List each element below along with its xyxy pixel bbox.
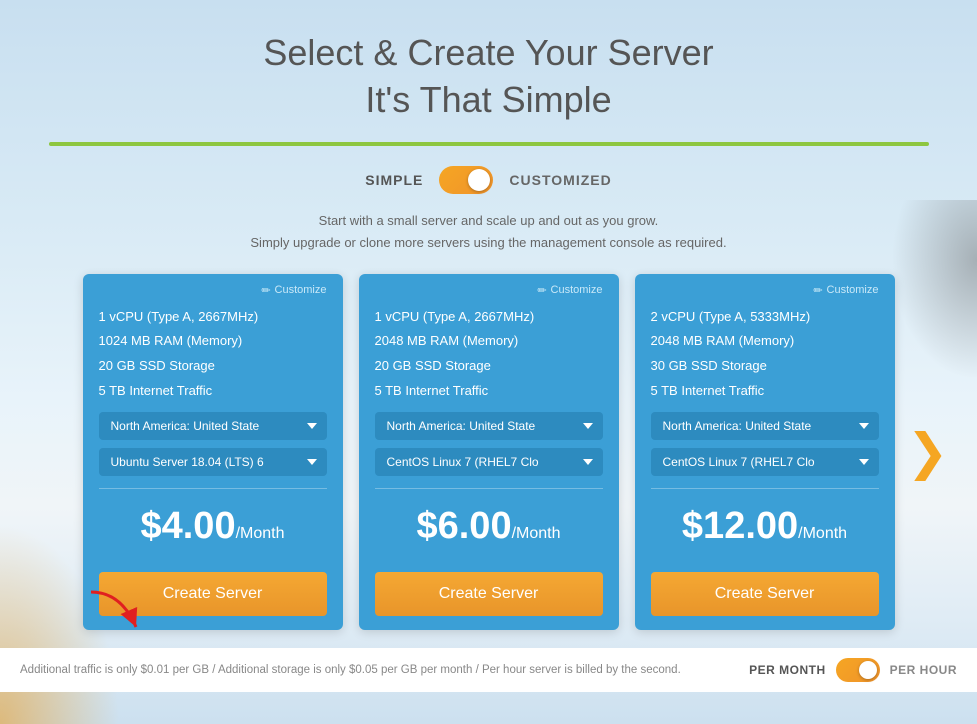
- dropdown-arrow-icon-2: [583, 423, 593, 429]
- view-toggle-row: SIMPLE CUSTOMIZED: [365, 166, 611, 194]
- spec-traffic-2: 5 TB Internet Traffic: [375, 379, 603, 404]
- description-block: Start with a small server and scale up a…: [250, 210, 726, 254]
- dropdown-arrow-icon-3b: [859, 459, 869, 465]
- view-toggle-switch[interactable]: [439, 166, 493, 194]
- pencil-icon-2: ✏: [537, 284, 546, 297]
- pencil-icon-1: ✏: [261, 284, 270, 297]
- footer-bar: Additional traffic is only $0.01 per GB …: [0, 648, 977, 692]
- pencil-icon-3: ✏: [813, 284, 822, 297]
- billing-toggle-switch[interactable]: [836, 658, 880, 682]
- spec-storage-1: 20 GB SSD Storage: [99, 354, 327, 379]
- create-server-button-2[interactable]: Create Server: [375, 572, 603, 616]
- pricing-cards-row: ✏ Customize 1 vCPU (Type A, 2667MHz) 102…: [33, 274, 945, 630]
- billing-toggle-knob: [859, 661, 877, 679]
- description-line1: Start with a small server and scale up a…: [250, 210, 726, 232]
- create-server-button-3[interactable]: Create Server: [651, 572, 879, 616]
- page-title-line2: It's That Simple: [263, 77, 713, 124]
- green-divider-bar: [49, 142, 929, 146]
- price-period-2: /Month: [512, 525, 561, 542]
- per-month-label: PER MONTH: [749, 663, 826, 677]
- simple-label: SIMPLE: [365, 172, 423, 188]
- price-value-2: $6.00: [416, 505, 511, 547]
- dropdown-arrow-icon-1b: [307, 459, 317, 465]
- os-dropdown-1[interactable]: Ubuntu Server 18.04 (LTS) 6: [99, 448, 327, 476]
- customize-link-1[interactable]: ✏ Customize: [99, 284, 327, 297]
- customize-link-3[interactable]: ✏ Customize: [651, 284, 879, 297]
- dropdown-arrow-icon-3: [859, 423, 869, 429]
- customize-link-2[interactable]: ✏ Customize: [375, 284, 603, 297]
- customized-label: CUSTOMIZED: [509, 172, 611, 188]
- price-section-1: $4.00/Month: [99, 501, 327, 558]
- pricing-card-2: ✏ Customize 1 vCPU (Type A, 2667MHz) 204…: [359, 274, 619, 630]
- price-value-1: $4.00: [140, 505, 235, 547]
- pricing-card-3: ✏ Customize 2 vCPU (Type A, 5333MHz) 204…: [635, 274, 895, 630]
- pricing-card-1: ✏ Customize 1 vCPU (Type A, 2667MHz) 102…: [83, 274, 343, 630]
- card-divider-3: [651, 488, 879, 489]
- spec-vcpu-2: 1 vCPU (Type A, 2667MHz): [375, 305, 603, 330]
- location-dropdown-1[interactable]: North America: United State: [99, 412, 327, 440]
- next-plans-chevron[interactable]: ❯: [907, 427, 949, 477]
- price-section-2: $6.00/Month: [375, 501, 603, 558]
- price-section-3: $12.00/Month: [651, 501, 879, 558]
- page-title-line1: Select & Create Your Server: [263, 30, 713, 77]
- os-dropdown-3[interactable]: CentOS Linux 7 (RHEL7 Clo: [651, 448, 879, 476]
- price-period-3: /Month: [798, 525, 847, 542]
- dropdown-arrow-icon-2b: [583, 459, 593, 465]
- title-section: Select & Create Your Server It's That Si…: [263, 0, 713, 132]
- billing-toggle-row: PER MONTH PER HOUR: [749, 658, 957, 682]
- card-divider-1: [99, 488, 327, 489]
- spec-vcpu-3: 2 vCPU (Type A, 5333MHz): [651, 305, 879, 330]
- dropdown-arrow-icon-1: [307, 423, 317, 429]
- location-dropdown-2[interactable]: North America: United State: [375, 412, 603, 440]
- os-dropdown-2[interactable]: CentOS Linux 7 (RHEL7 Clo: [375, 448, 603, 476]
- spec-storage-3: 30 GB SSD Storage: [651, 354, 879, 379]
- footer-info-text: Additional traffic is only $0.01 per GB …: [20, 664, 681, 676]
- spec-ram-1: 1024 MB RAM (Memory): [99, 329, 327, 354]
- spec-traffic-1: 5 TB Internet Traffic: [99, 379, 327, 404]
- spec-ram-2: 2048 MB RAM (Memory): [375, 329, 603, 354]
- red-arrow-annotation: [81, 582, 161, 647]
- toggle-knob: [468, 169, 490, 191]
- per-hour-label: PER HOUR: [890, 663, 957, 677]
- location-dropdown-3[interactable]: North America: United State: [651, 412, 879, 440]
- price-value-3: $12.00: [682, 505, 798, 547]
- description-line2: Simply upgrade or clone more servers usi…: [250, 232, 726, 254]
- spec-ram-3: 2048 MB RAM (Memory): [651, 329, 879, 354]
- spec-traffic-3: 5 TB Internet Traffic: [651, 379, 879, 404]
- price-period-1: /Month: [236, 525, 285, 542]
- spec-storage-2: 20 GB SSD Storage: [375, 354, 603, 379]
- spec-vcpu-1: 1 vCPU (Type A, 2667MHz): [99, 305, 327, 330]
- card-divider-2: [375, 488, 603, 489]
